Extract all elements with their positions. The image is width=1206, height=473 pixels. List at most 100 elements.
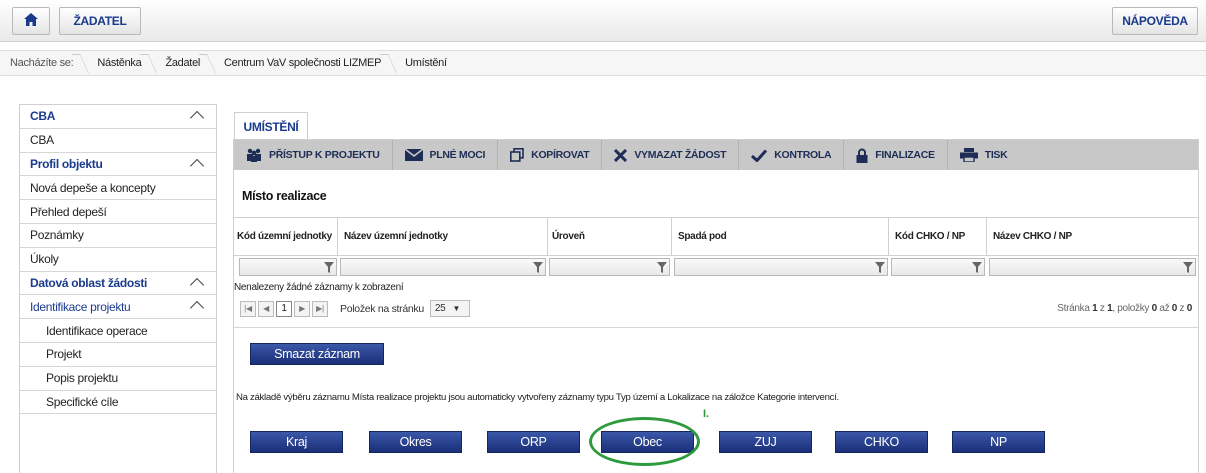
filter-uroven[interactable] — [549, 258, 670, 276]
power-label: PLNÉ MOCI — [429, 149, 486, 161]
finalize-button[interactable]: FINALIZACE — [844, 140, 948, 170]
page-info-items: , položky — [1112, 303, 1150, 314]
breadcrumb-item-zadatel[interactable]: Žadatel — [155, 51, 214, 75]
sidebar-item-cba[interactable]: CBA — [20, 129, 216, 153]
next-page-button[interactable]: ▶ — [294, 300, 310, 317]
chevron-up-icon — [189, 277, 205, 292]
filter-kod-chko[interactable] — [891, 258, 985, 276]
help-button[interactable]: NÁPOVĚDA — [1112, 7, 1198, 35]
print-button[interactable]: TISK — [948, 140, 1020, 170]
sidebar-group-profil-objektu[interactable]: Profil objektu — [20, 153, 216, 177]
filter-icon[interactable] — [972, 262, 982, 273]
chevron-up-icon — [189, 301, 205, 316]
breadcrumb: Nacházíte se: Nástěnka Žadatel Centrum V… — [0, 50, 1206, 76]
delete-record-button[interactable]: Smazat záznam — [250, 343, 384, 365]
sidebar-item-label: Poznámky — [30, 228, 84, 243]
first-page-button[interactable]: |◀ — [240, 300, 256, 317]
delete-request-button[interactable]: VYMAZAT ŽÁDOST — [602, 140, 740, 170]
page-info-page: 1 — [1092, 303, 1098, 314]
people-icon — [247, 148, 261, 162]
sidebar-item-specificke-cile[interactable]: Specifické cíle — [20, 391, 216, 415]
action-toolbar: PŘÍSTUP K PROJEKTU PLNÉ MOCI KOPÍROVAT V… — [234, 140, 1198, 170]
level-button-okres[interactable]: Okres — [369, 431, 462, 453]
annotation-marker: I. — [703, 408, 710, 420]
filter-icon[interactable] — [657, 262, 667, 273]
home-icon — [24, 13, 38, 29]
sidebar-item-nova-depese[interactable]: Nová depeše a koncepty — [20, 176, 216, 201]
top-bar: ŽADATEL NÁPOVĚDA — [0, 0, 1206, 42]
filter-spada-pod[interactable] — [674, 258, 888, 276]
page-info-to: 0 — [1171, 303, 1178, 314]
page-number[interactable]: 1 — [276, 300, 292, 317]
sidebar-group-identifikace-projektu[interactable]: Identifikace projektu — [20, 295, 216, 320]
sidebar-item-label: Datová oblast žádosti — [30, 275, 148, 290]
column-header-uroven[interactable]: Úroveň — [548, 218, 672, 255]
level-button-np[interactable]: NP — [952, 431, 1045, 453]
page-info-from: 0 — [1151, 303, 1158, 314]
filter-icon[interactable] — [875, 262, 885, 273]
check-button[interactable]: KONTROLA — [739, 140, 845, 170]
column-header-nazev[interactable]: Název územní jednotky — [338, 218, 548, 255]
sidebar-item-label: Specifické cíle — [46, 394, 119, 409]
level-button-chko[interactable]: CHKO — [835, 431, 928, 453]
copy-label: KOPÍROVAT — [531, 149, 590, 161]
sidebar-item-label: CBA — [30, 109, 56, 124]
pager: |◀ ◀ 1 ▶ ▶| Položek na stránku 25 ▼ — [240, 300, 470, 317]
home-button[interactable] — [12, 7, 50, 35]
empty-message: Nenalezeny žádné záznamy k zobrazení — [234, 282, 404, 293]
sidebar-item-label: Přehled depeší — [30, 204, 107, 219]
sidebar-item-label: Nová depeše a koncepty — [30, 180, 156, 195]
filter-icon[interactable] — [324, 262, 334, 273]
chevron-down-icon: ▼ — [452, 304, 461, 313]
sidebar-item-label: Projekt — [46, 347, 82, 362]
checkmark-icon — [751, 148, 768, 162]
filter-nazev-chko[interactable] — [989, 258, 1196, 276]
zadatel-button[interactable]: ŽADATEL — [59, 7, 141, 35]
page-info: Stránka 1 z 1, položky 0 až 0 z 0 — [1057, 303, 1192, 314]
level-button-zuj[interactable]: ZUJ — [719, 431, 812, 453]
sidebar-item-identifikace-operace[interactable]: Identifikace operace — [20, 319, 216, 343]
sidebar-group-cba[interactable]: CBA — [20, 105, 216, 129]
level-button-orp[interactable]: ORP — [487, 431, 580, 453]
main-panel: PŘÍSTUP K PROJEKTU PLNÉ MOCI KOPÍROVAT V… — [233, 139, 1199, 473]
filter-kod[interactable] — [239, 258, 337, 276]
sidebar-item-label: Úkoly — [30, 252, 59, 267]
per-page-select[interactable]: 25 ▼ — [429, 300, 470, 317]
breadcrumb-item-nastenka[interactable]: Nástěnka — [87, 51, 155, 75]
sidebar: CBA CBA Profil objektu Nová depeše a kon… — [19, 104, 217, 473]
last-page-button[interactable]: ▶| — [312, 300, 328, 317]
column-header-kod-chko[interactable]: Kód CHKO / NP — [889, 218, 987, 255]
breadcrumb-lead: Nacházíte se: — [0, 51, 87, 75]
filter-nazev[interactable] — [340, 258, 546, 276]
column-header-kod[interactable]: Kód územní jednotky — [234, 218, 338, 255]
prev-page-button[interactable]: ◀ — [258, 300, 274, 317]
filter-icon[interactable] — [1183, 262, 1193, 273]
sidebar-item-label: Profil objektu — [30, 156, 103, 171]
sidebar-item-prehled-depesi[interactable]: Přehled depeší — [20, 200, 216, 224]
finalize-label: FINALIZACE — [875, 149, 935, 161]
lock-icon — [856, 148, 868, 163]
sidebar-item-projekt[interactable]: Projekt — [20, 343, 216, 367]
level-button-kraj[interactable]: Kraj — [250, 431, 343, 453]
sidebar-item-ukoly[interactable]: Úkoly — [20, 248, 216, 272]
per-page-label: Položek na stránku — [340, 302, 424, 315]
power-of-attorney-button[interactable]: PLNÉ MOCI — [393, 140, 499, 170]
copy-button[interactable]: KOPÍROVAT — [498, 140, 603, 170]
sidebar-item-poznamky[interactable]: Poznámky — [20, 224, 216, 248]
close-icon — [614, 148, 628, 162]
breadcrumb-item-umisteni: Umístění — [405, 57, 447, 69]
sidebar-group-datova-oblast[interactable]: Datová oblast žádosti — [20, 272, 216, 296]
tab-umisteni[interactable]: UMÍSTĚNÍ — [234, 112, 308, 140]
filter-icon[interactable] — [533, 262, 543, 273]
chevron-up-icon — [189, 110, 205, 126]
breadcrumb-item-project[interactable]: Centrum VaV společnosti LIZMEP — [214, 51, 395, 75]
filter-row — [234, 256, 1198, 278]
access-button[interactable]: PŘÍSTUP K PROJEKTU — [234, 140, 393, 170]
sidebar-item-popis-projektu[interactable]: Popis projektu — [20, 367, 216, 391]
chevron-up-icon — [189, 158, 205, 173]
page-info-z: z — [1179, 303, 1185, 314]
sidebar-item-label: Identifikace projektu — [30, 299, 131, 314]
column-header-spada-pod[interactable]: Spadá pod — [672, 218, 889, 255]
column-header-nazev-chko[interactable]: Název CHKO / NP — [987, 218, 1198, 255]
printer-icon — [959, 148, 978, 162]
